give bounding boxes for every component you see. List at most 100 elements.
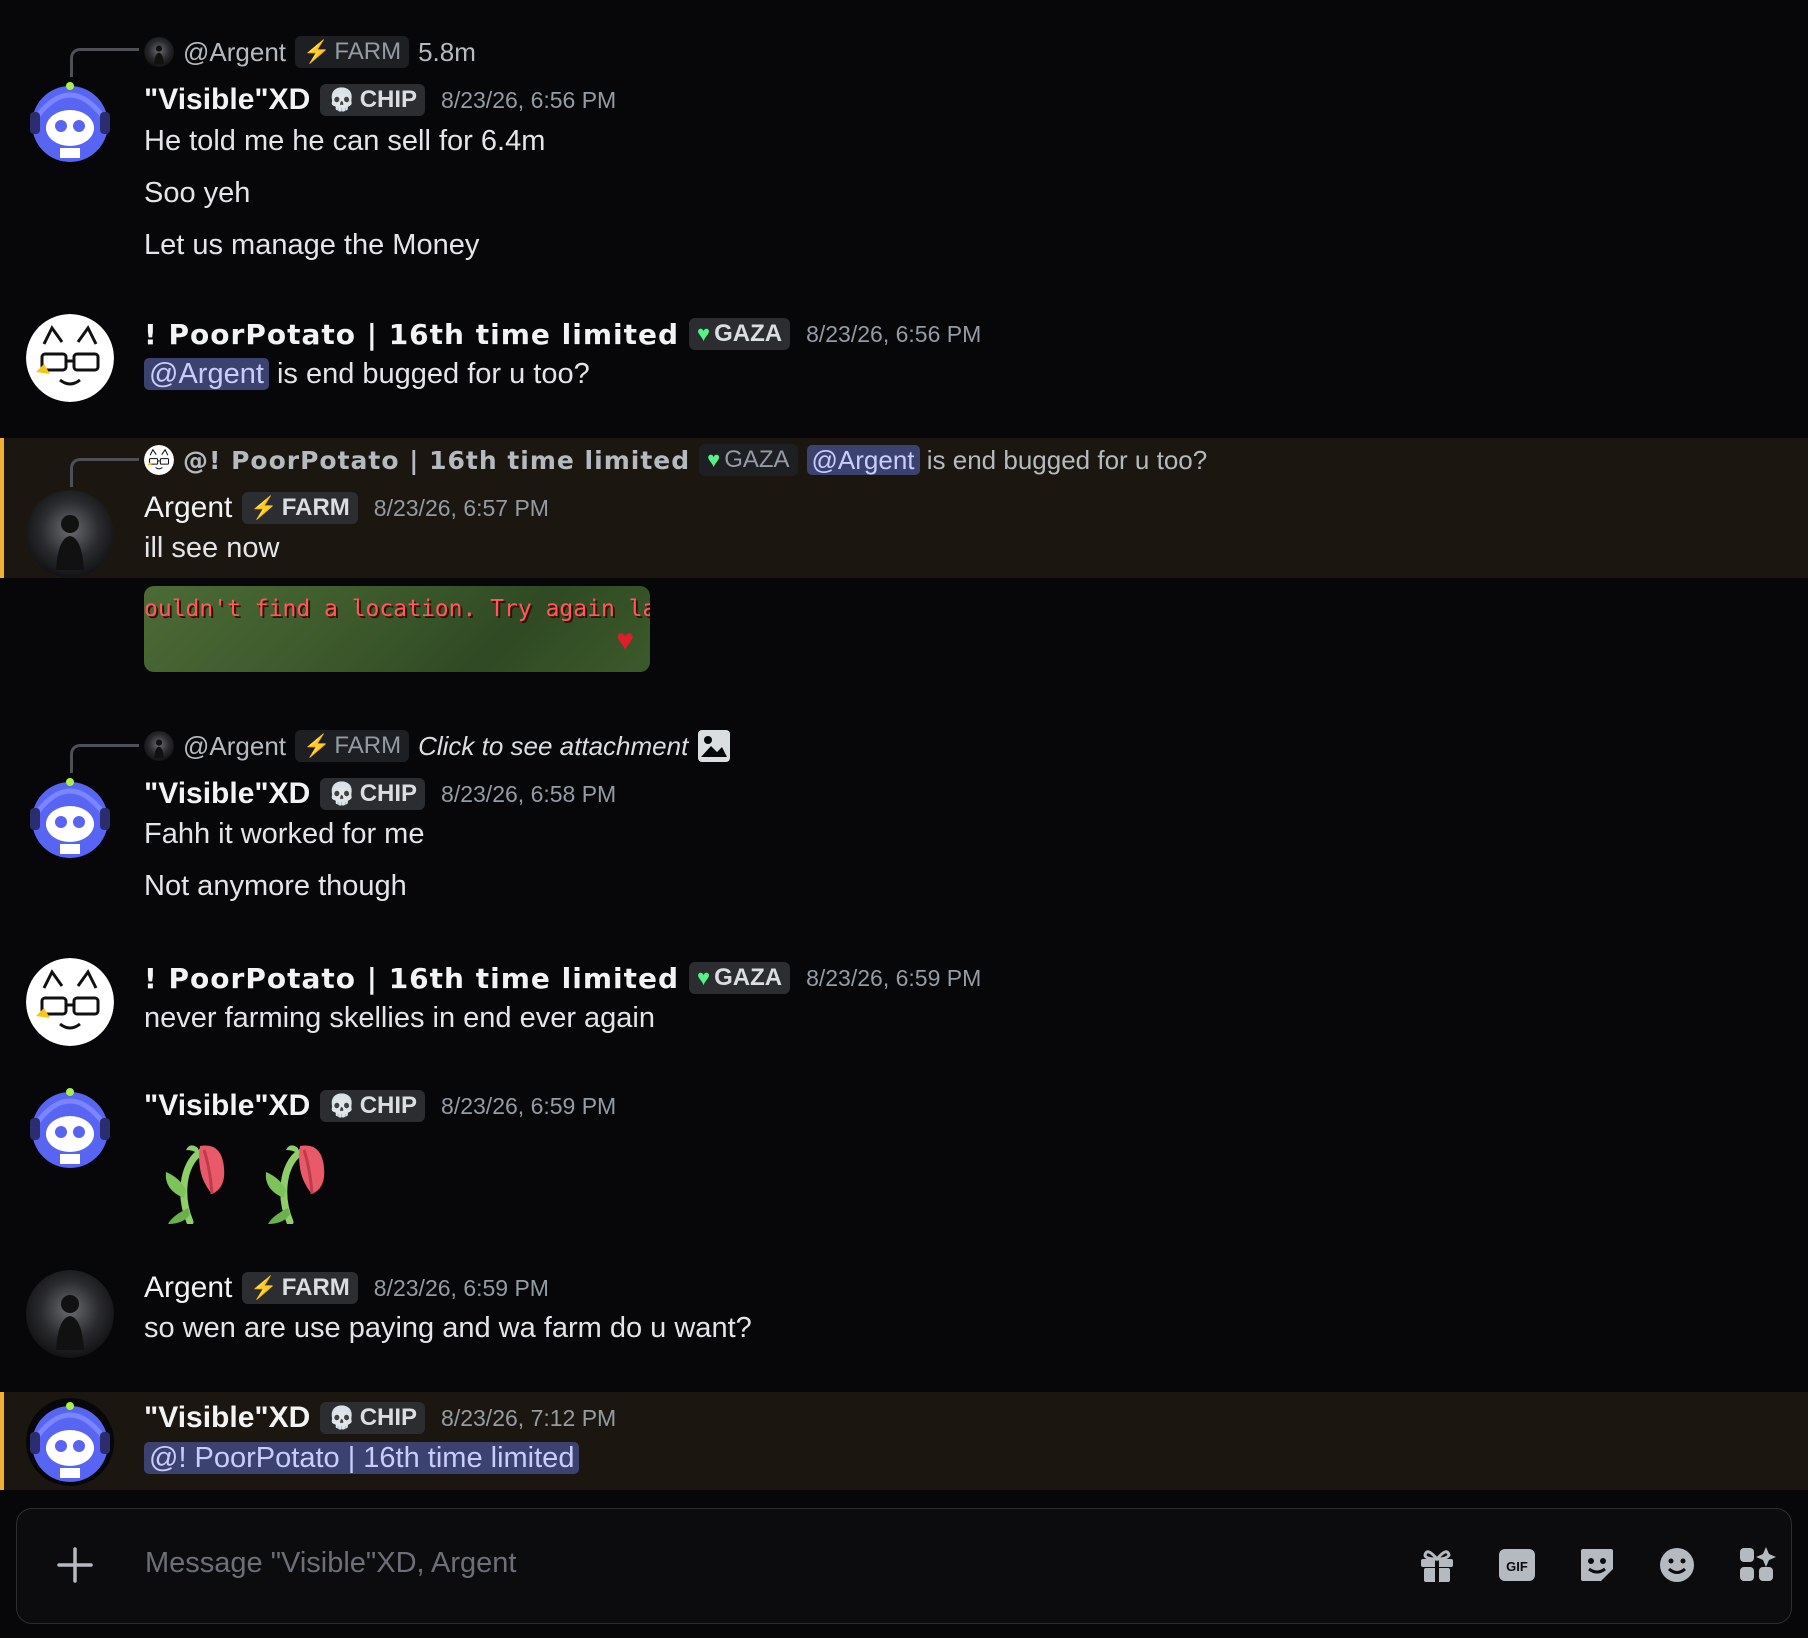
gift-icon[interactable] (1417, 1545, 1457, 1585)
username[interactable]: ! PoorPotato | 16th time limited (144, 962, 679, 995)
avatar[interactable] (26, 314, 114, 402)
lightning-icon: ⚡ (250, 1275, 278, 1300)
gif-label: GIF (1506, 1559, 1528, 1574)
role-tag: 💀 CHIP (320, 778, 426, 810)
timestamp: 8/23/26, 6:59 PM (373, 1274, 549, 1301)
message-text: Not anymore though (144, 870, 407, 902)
user-mention[interactable]: @Argent (144, 358, 269, 390)
message-highlighted[interactable]: @! PoorPotato | 16th time limited ♥ GAZA … (0, 438, 1808, 578)
message-text: Soo yeh (144, 177, 251, 209)
skull-icon: 💀 (328, 1405, 356, 1430)
emoji-row (150, 1128, 346, 1229)
wilted-flower-icon[interactable] (150, 1128, 230, 1224)
reply-connector (70, 458, 139, 487)
attachment-caption: ouldn't find a location. Try again later (144, 596, 650, 622)
message-composer[interactable]: Message "Visible"XD, Argent GIF (16, 1508, 1792, 1624)
message-text: Let us manage the Money (144, 229, 480, 261)
reply-author[interactable]: @Argent (183, 37, 286, 68)
role-tag: ♥ GAZA (689, 318, 791, 350)
reply-avatar (144, 445, 174, 475)
message-header: Argent ⚡ FARM 8/23/26, 6:57 PM (144, 488, 549, 528)
message-header: ! PoorPotato | 16th time limited ♥ GAZA 8… (144, 958, 981, 998)
username[interactable]: Argent (144, 491, 232, 525)
avatar[interactable] (26, 78, 114, 166)
username[interactable]: Argent (144, 1271, 232, 1305)
skull-icon: 💀 (328, 87, 356, 112)
timestamp: 8/23/26, 6:56 PM (441, 86, 617, 113)
message-header: Argent ⚡ FARM 8/23/26, 6:59 PM (144, 1268, 549, 1308)
avatar[interactable] (26, 1398, 114, 1486)
avatar[interactable] (26, 958, 114, 1046)
plus-icon[interactable] (53, 1543, 97, 1587)
reply-preview[interactable]: @! PoorPotato | 16th time limited ♥ GAZA … (144, 442, 1207, 478)
reply-author[interactable]: @Argent (183, 731, 286, 762)
role-tag: ♥ GAZA (689, 962, 791, 994)
reply-connector (70, 744, 139, 773)
message-text: Fahh it worked for me (144, 818, 425, 850)
message-highlighted[interactable]: "Visible"XD 💀 CHIP 8/23/26, 7:12 PM @! Po… (0, 1392, 1808, 1490)
role-tag: ⚡ FARM (295, 730, 410, 762)
message-text: never farming skellies in end ever again (144, 1002, 655, 1034)
image-attachment[interactable]: ouldn't find a location. Try again later… (144, 586, 650, 672)
reply-text: Click to see attachment (418, 730, 689, 761)
message[interactable]: "Visible"XD 💀 CHIP 8/23/26, 6:59 PM (0, 1074, 1808, 1244)
timestamp: 8/23/26, 6:58 PM (441, 780, 617, 807)
reply-preview[interactable]: @Argent ⚡ FARM 5.8m (144, 34, 476, 70)
role-tag: ♥ GAZA (699, 444, 798, 476)
username[interactable]: "Visible"XD (144, 83, 310, 117)
message-text: @Argent is end bugged for u too? (144, 358, 590, 391)
message-text: He told me he can sell for 6.4m (144, 125, 546, 157)
green-heart-icon: ♥ (697, 965, 711, 990)
green-heart-icon: ♥ (707, 447, 721, 472)
lightning-icon: ⚡ (303, 733, 331, 758)
lightning-icon: ⚡ (303, 39, 331, 64)
role-tag: ⚡ FARM (242, 1272, 358, 1304)
message-header: "Visible"XD 💀 CHIP 8/23/26, 6:58 PM (144, 774, 616, 814)
apps-icon[interactable] (1737, 1545, 1777, 1585)
reply-preview[interactable]: @Argent ⚡ FARM Click to see attachment (144, 728, 731, 764)
image-icon (698, 730, 731, 762)
message-text: so wen are use paying and wa farm do u w… (144, 1312, 752, 1344)
message-header: "Visible"XD 💀 CHIP 8/23/26, 6:56 PM (144, 80, 616, 120)
message[interactable]: @Argent ⚡ FARM 5.8m "Visible"XD 💀 CHIP 8/2… (0, 0, 1808, 280)
role-tag: ⚡ FARM (242, 492, 358, 524)
message-header: ! PoorPotato | 16th time limited ♥ GAZA 8… (144, 314, 981, 354)
message-header: "Visible"XD 💀 CHIP 8/23/26, 6:59 PM (144, 1086, 616, 1126)
reply-author[interactable]: @! PoorPotato | 16th time limited (183, 446, 690, 475)
lightning-icon: ⚡ (250, 495, 278, 520)
user-mention[interactable]: @Argent (806, 444, 920, 475)
username[interactable]: "Visible"XD (144, 777, 310, 811)
message[interactable]: ! PoorPotato | 16th time limited ♥ GAZA 8… (0, 944, 1808, 1054)
reply-text: is end bugged for u too? (919, 444, 1208, 475)
gif-icon[interactable]: GIF (1497, 1545, 1537, 1585)
avatar[interactable] (26, 774, 114, 862)
timestamp: 8/23/26, 6:57 PM (373, 494, 549, 521)
message[interactable]: @Argent ⚡ FARM Click to see attachment "V… (0, 712, 1808, 912)
message[interactable]: ! PoorPotato | 16th time limited ♥ GAZA 8… (0, 300, 1808, 420)
username[interactable]: ! PoorPotato | 16th time limited (144, 318, 679, 351)
username[interactable]: "Visible"XD (144, 1401, 310, 1435)
message-list[interactable]: @Argent ⚡ FARM 5.8m "Visible"XD 💀 CHIP 8/2… (0, 0, 1808, 1490)
reply-avatar (144, 37, 174, 67)
avatar[interactable] (26, 490, 114, 578)
emoji-icon[interactable] (1657, 1545, 1697, 1585)
reply-connector (70, 48, 139, 77)
username[interactable]: "Visible"XD (144, 1089, 310, 1123)
user-mention[interactable]: @! PoorPotato | 16th time limited (144, 1442, 580, 1474)
timestamp: 8/23/26, 6:59 PM (441, 1092, 617, 1119)
role-tag: 💀 CHIP (320, 1090, 426, 1122)
wilted-flower-icon[interactable] (250, 1128, 330, 1224)
message-text: ill see now (144, 532, 280, 564)
avatar[interactable] (26, 1270, 114, 1358)
role-tag: ⚡ FARM (295, 36, 410, 68)
green-heart-icon: ♥ (697, 321, 711, 346)
skull-icon: 💀 (328, 1093, 356, 1118)
timestamp: 8/23/26, 6:59 PM (806, 964, 982, 991)
heart-icon: ♥ (616, 624, 634, 657)
sticker-icon[interactable] (1577, 1545, 1617, 1585)
skull-icon: 💀 (328, 781, 356, 806)
message[interactable]: Argent ⚡ FARM 8/23/26, 6:59 PM so wen are… (0, 1254, 1808, 1364)
avatar[interactable] (26, 1084, 114, 1172)
reply-text: 5.8m (418, 36, 476, 67)
message-input[interactable]: Message "Visible"XD, Argent (145, 1547, 516, 1580)
